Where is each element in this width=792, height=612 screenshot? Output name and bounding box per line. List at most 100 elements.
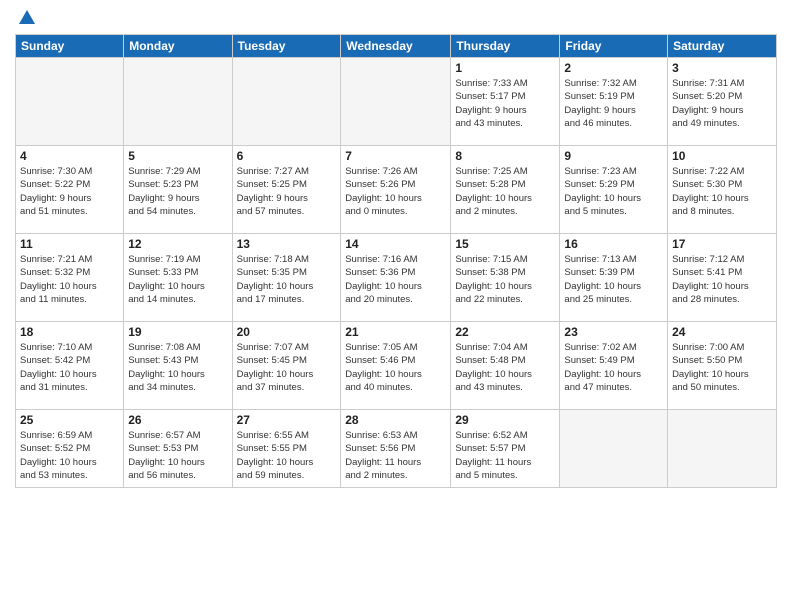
calendar-week-row: 25 Sunrise: 6:59 AM Sunset: 5:52 PM Dayli…	[16, 410, 777, 488]
day-info: Sunrise: 7:19 AM Sunset: 5:33 PM Dayligh…	[128, 253, 227, 306]
day-number: 19	[128, 325, 227, 339]
calendar-cell: 14 Sunrise: 7:16 AM Sunset: 5:36 PM Dayli…	[341, 234, 451, 322]
day-number: 25	[20, 413, 119, 427]
day-number: 6	[237, 149, 337, 163]
day-number: 20	[237, 325, 337, 339]
day-info: Sunrise: 7:10 AM Sunset: 5:42 PM Dayligh…	[20, 341, 119, 394]
day-info: Sunrise: 7:04 AM Sunset: 5:48 PM Dayligh…	[455, 341, 555, 394]
calendar-cell: 16 Sunrise: 7:13 AM Sunset: 5:39 PM Dayli…	[560, 234, 668, 322]
day-info: Sunrise: 7:02 AM Sunset: 5:49 PM Dayligh…	[564, 341, 663, 394]
day-number: 23	[564, 325, 663, 339]
calendar-cell: 5 Sunrise: 7:29 AM Sunset: 5:23 PM Daylig…	[124, 146, 232, 234]
calendar-table: SundayMondayTuesdayWednesdayThursdayFrid…	[15, 34, 777, 488]
logo	[15, 10, 35, 26]
calendar-week-row: 11 Sunrise: 7:21 AM Sunset: 5:32 PM Dayli…	[16, 234, 777, 322]
header	[15, 10, 777, 26]
day-info: Sunrise: 7:33 AM Sunset: 5:17 PM Dayligh…	[455, 77, 555, 130]
calendar-cell: 24 Sunrise: 7:00 AM Sunset: 5:50 PM Dayli…	[668, 322, 777, 410]
day-info: Sunrise: 6:55 AM Sunset: 5:55 PM Dayligh…	[237, 429, 337, 482]
day-number: 7	[345, 149, 446, 163]
col-header-monday: Monday	[124, 35, 232, 58]
calendar-cell: 26 Sunrise: 6:57 AM Sunset: 5:53 PM Dayli…	[124, 410, 232, 488]
day-info: Sunrise: 6:57 AM Sunset: 5:53 PM Dayligh…	[128, 429, 227, 482]
day-number: 17	[672, 237, 772, 251]
day-info: Sunrise: 7:13 AM Sunset: 5:39 PM Dayligh…	[564, 253, 663, 306]
calendar-cell: 22 Sunrise: 7:04 AM Sunset: 5:48 PM Dayli…	[451, 322, 560, 410]
day-number: 15	[455, 237, 555, 251]
calendar-cell: 9 Sunrise: 7:23 AM Sunset: 5:29 PM Daylig…	[560, 146, 668, 234]
col-header-thursday: Thursday	[451, 35, 560, 58]
calendar-cell	[560, 410, 668, 488]
day-number: 28	[345, 413, 446, 427]
day-info: Sunrise: 7:12 AM Sunset: 5:41 PM Dayligh…	[672, 253, 772, 306]
day-info: Sunrise: 7:27 AM Sunset: 5:25 PM Dayligh…	[237, 165, 337, 218]
day-info: Sunrise: 6:53 AM Sunset: 5:56 PM Dayligh…	[345, 429, 446, 482]
day-number: 22	[455, 325, 555, 339]
calendar-cell: 13 Sunrise: 7:18 AM Sunset: 5:35 PM Dayli…	[232, 234, 341, 322]
day-number: 21	[345, 325, 446, 339]
day-number: 4	[20, 149, 119, 163]
calendar-cell: 18Sunrise: 7:10 AM Sunset: 5:42 PM Dayli…	[16, 322, 124, 410]
calendar-cell: 28 Sunrise: 6:53 AM Sunset: 5:56 PM Dayli…	[341, 410, 451, 488]
calendar-header-row: SundayMondayTuesdayWednesdayThursdayFrid…	[16, 35, 777, 58]
calendar-cell: 7 Sunrise: 7:26 AM Sunset: 5:26 PM Daylig…	[341, 146, 451, 234]
calendar-cell: 4 Sunrise: 7:30 AM Sunset: 5:22 PM Daylig…	[16, 146, 124, 234]
day-info: Sunrise: 7:15 AM Sunset: 5:38 PM Dayligh…	[455, 253, 555, 306]
day-number: 27	[237, 413, 337, 427]
day-info: Sunrise: 7:18 AM Sunset: 5:35 PM Dayligh…	[237, 253, 337, 306]
calendar-cell: 11 Sunrise: 7:21 AM Sunset: 5:32 PM Dayli…	[16, 234, 124, 322]
calendar-cell	[232, 58, 341, 146]
page: SundayMondayTuesdayWednesdayThursdayFrid…	[0, 0, 792, 612]
day-info: Sunrise: 7:23 AM Sunset: 5:29 PM Dayligh…	[564, 165, 663, 218]
day-info: Sunrise: 7:30 AM Sunset: 5:22 PM Dayligh…	[20, 165, 119, 218]
day-info: Sunrise: 7:26 AM Sunset: 5:26 PM Dayligh…	[345, 165, 446, 218]
day-info: Sunrise: 7:29 AM Sunset: 5:23 PM Dayligh…	[128, 165, 227, 218]
day-info: Sunrise: 7:31 AM Sunset: 5:20 PM Dayligh…	[672, 77, 772, 130]
day-number: 3	[672, 61, 772, 75]
day-info: Sunrise: 7:16 AM Sunset: 5:36 PM Dayligh…	[345, 253, 446, 306]
day-number: 11	[20, 237, 119, 251]
calendar-week-row: 4 Sunrise: 7:30 AM Sunset: 5:22 PM Daylig…	[16, 146, 777, 234]
calendar-week-row: 1 Sunrise: 7:33 AM Sunset: 5:17 PM Daylig…	[16, 58, 777, 146]
day-number: 13	[237, 237, 337, 251]
day-number: 14	[345, 237, 446, 251]
calendar-cell: 19Sunrise: 7:08 AM Sunset: 5:43 PM Dayli…	[124, 322, 232, 410]
day-info: Sunrise: 6:52 AM Sunset: 5:57 PM Dayligh…	[455, 429, 555, 482]
calendar-cell: 8 Sunrise: 7:25 AM Sunset: 5:28 PM Daylig…	[451, 146, 560, 234]
calendar-week-row: 18Sunrise: 7:10 AM Sunset: 5:42 PM Dayli…	[16, 322, 777, 410]
day-number: 16	[564, 237, 663, 251]
calendar-cell: 25 Sunrise: 6:59 AM Sunset: 5:52 PM Dayli…	[16, 410, 124, 488]
day-info: Sunrise: 6:59 AM Sunset: 5:52 PM Dayligh…	[20, 429, 119, 482]
day-number: 24	[672, 325, 772, 339]
day-info: Sunrise: 7:07 AM Sunset: 5:45 PM Dayligh…	[237, 341, 337, 394]
day-number: 26	[128, 413, 227, 427]
day-number: 8	[455, 149, 555, 163]
day-number: 9	[564, 149, 663, 163]
calendar-cell	[668, 410, 777, 488]
calendar-cell: 15 Sunrise: 7:15 AM Sunset: 5:38 PM Dayli…	[451, 234, 560, 322]
day-info: Sunrise: 7:25 AM Sunset: 5:28 PM Dayligh…	[455, 165, 555, 218]
calendar-cell	[341, 58, 451, 146]
calendar-cell	[16, 58, 124, 146]
day-number: 29	[455, 413, 555, 427]
calendar-cell: 6 Sunrise: 7:27 AM Sunset: 5:25 PM Daylig…	[232, 146, 341, 234]
calendar-cell: 1 Sunrise: 7:33 AM Sunset: 5:17 PM Daylig…	[451, 58, 560, 146]
day-number: 1	[455, 61, 555, 75]
calendar-cell: 10Sunrise: 7:22 AM Sunset: 5:30 PM Dayli…	[668, 146, 777, 234]
logo-icon	[19, 10, 35, 26]
calendar-cell: 27 Sunrise: 6:55 AM Sunset: 5:55 PM Dayli…	[232, 410, 341, 488]
calendar-cell: 3 Sunrise: 7:31 AM Sunset: 5:20 PM Daylig…	[668, 58, 777, 146]
day-info: Sunrise: 7:32 AM Sunset: 5:19 PM Dayligh…	[564, 77, 663, 130]
day-info: Sunrise: 7:05 AM Sunset: 5:46 PM Dayligh…	[345, 341, 446, 394]
col-header-wednesday: Wednesday	[341, 35, 451, 58]
day-info: Sunrise: 7:22 AM Sunset: 5:30 PM Dayligh…	[672, 165, 772, 218]
calendar-cell: 23 Sunrise: 7:02 AM Sunset: 5:49 PM Dayli…	[560, 322, 668, 410]
calendar-cell	[124, 58, 232, 146]
col-header-tuesday: Tuesday	[232, 35, 341, 58]
day-number: 5	[128, 149, 227, 163]
col-header-sunday: Sunday	[16, 35, 124, 58]
day-info: Sunrise: 7:21 AM Sunset: 5:32 PM Dayligh…	[20, 253, 119, 306]
col-header-saturday: Saturday	[668, 35, 777, 58]
calendar-cell: 2Sunrise: 7:32 AM Sunset: 5:19 PM Daylig…	[560, 58, 668, 146]
day-info: Sunrise: 7:00 AM Sunset: 5:50 PM Dayligh…	[672, 341, 772, 394]
